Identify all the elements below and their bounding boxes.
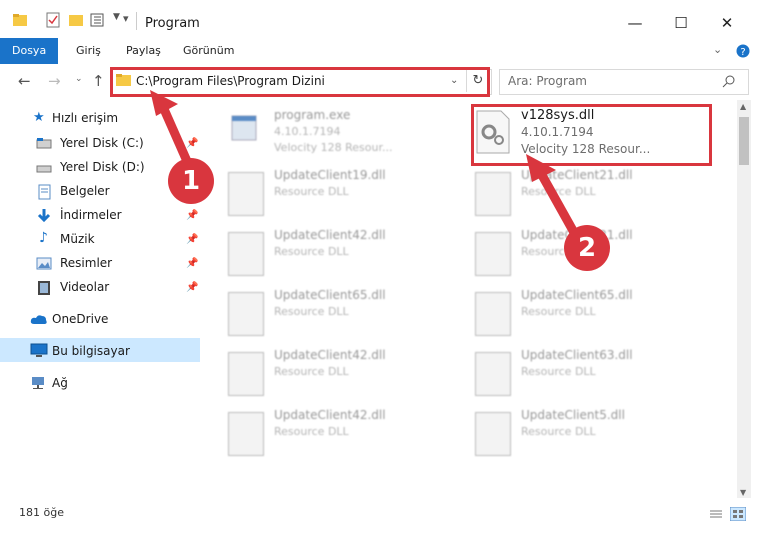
scrollbar-thumb[interactable] bbox=[739, 117, 749, 165]
arrow-2 bbox=[534, 165, 580, 239]
scroll-down-icon[interactable]: ▼ bbox=[740, 488, 746, 497]
annotation-arrows bbox=[150, 90, 580, 239]
item-count: 181 öğe bbox=[19, 506, 64, 519]
step-badge-2: 2 bbox=[564, 225, 610, 271]
step-badge-1: 1 bbox=[168, 158, 214, 204]
scroll-up-icon[interactable]: ▲ bbox=[740, 102, 746, 111]
details-view-icon[interactable] bbox=[709, 508, 723, 520]
large-icons-view-icon[interactable] bbox=[730, 507, 746, 521]
